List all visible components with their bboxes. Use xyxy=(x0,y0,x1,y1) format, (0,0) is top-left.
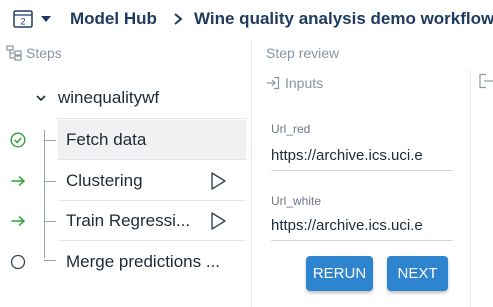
model-hub-link[interactable]: Model Hub xyxy=(70,9,157,29)
rerun-button[interactable]: RERUN xyxy=(306,256,373,291)
svg-text:2: 2 xyxy=(20,17,25,27)
steps-panel: Steps winequalitywf Fetch data Clusterin… xyxy=(0,40,250,307)
tree-structure-icon xyxy=(6,45,22,61)
tree-branch xyxy=(44,181,56,182)
check-circle-icon xyxy=(10,132,26,148)
step-row-fetch-data[interactable]: Fetch data xyxy=(0,120,250,160)
step-label: Clustering xyxy=(66,171,143,190)
chevron-right-icon xyxy=(174,13,183,25)
arrow-right-icon xyxy=(11,215,26,227)
steps-title: Steps xyxy=(26,45,62,61)
inputs-header: Inputs xyxy=(266,75,323,91)
steps-header: Steps xyxy=(6,45,62,61)
header: 2 Model Hub Wine quality analysis demo w… xyxy=(0,0,493,40)
url-red-value[interactable]: https://archive.ics.uci.e xyxy=(271,145,453,167)
tree-root[interactable]: winequalitywf xyxy=(36,88,159,108)
arrow-right-icon xyxy=(11,175,26,187)
url-white-label: Url_white xyxy=(271,194,322,208)
next-button[interactable]: NEXT xyxy=(387,256,448,291)
step-item[interactable]: Train Regressi... xyxy=(58,201,246,241)
sign-out-icon xyxy=(479,73,493,89)
url-red-field[interactable]: https://archive.ics.uci.e xyxy=(271,145,453,171)
caret-down-icon[interactable] xyxy=(40,14,52,24)
step-review-panel: Step review Inputs Url_red https://archi… xyxy=(262,40,462,307)
model-hub-icon[interactable]: 2 xyxy=(13,10,33,28)
step-item[interactable]: Merge predictions ... xyxy=(58,242,246,282)
divider xyxy=(57,118,246,119)
step-row-train-regression[interactable]: Train Regressi... xyxy=(0,201,250,241)
step-review-title: Step review xyxy=(266,45,340,61)
tree-branch xyxy=(44,260,56,261)
step-label: Fetch data xyxy=(66,130,147,149)
empty-circle-icon xyxy=(10,254,26,270)
url-white-field[interactable]: https://archive.ics.uci.e xyxy=(271,215,453,241)
chevron-down-icon[interactable] xyxy=(36,94,46,102)
play-icon[interactable] xyxy=(208,171,228,191)
tree-branch xyxy=(44,221,56,222)
step-label: Train Regressi... xyxy=(66,211,191,230)
step-item[interactable]: Fetch data xyxy=(58,120,246,160)
sign-in-icon xyxy=(267,76,280,90)
panel-divider xyxy=(251,40,252,307)
workflow-root-label: winequalitywf xyxy=(58,88,160,107)
step-row-clustering[interactable]: Clustering xyxy=(0,161,250,201)
step-row-merge-predictions[interactable]: Merge predictions ... xyxy=(0,242,250,282)
inputs-title: Inputs xyxy=(285,75,324,91)
workflow-title: Wine quality analysis demo workflow xyxy=(194,9,493,28)
panel-divider xyxy=(470,70,471,307)
tree-branch xyxy=(44,140,56,141)
url-red-label: Url_red xyxy=(271,122,311,136)
step-item[interactable]: Clustering xyxy=(58,161,246,201)
url-white-value[interactable]: https://archive.ics.uci.e xyxy=(271,215,453,237)
step-label: Merge predictions ... xyxy=(66,252,221,271)
play-icon[interactable] xyxy=(208,211,228,231)
